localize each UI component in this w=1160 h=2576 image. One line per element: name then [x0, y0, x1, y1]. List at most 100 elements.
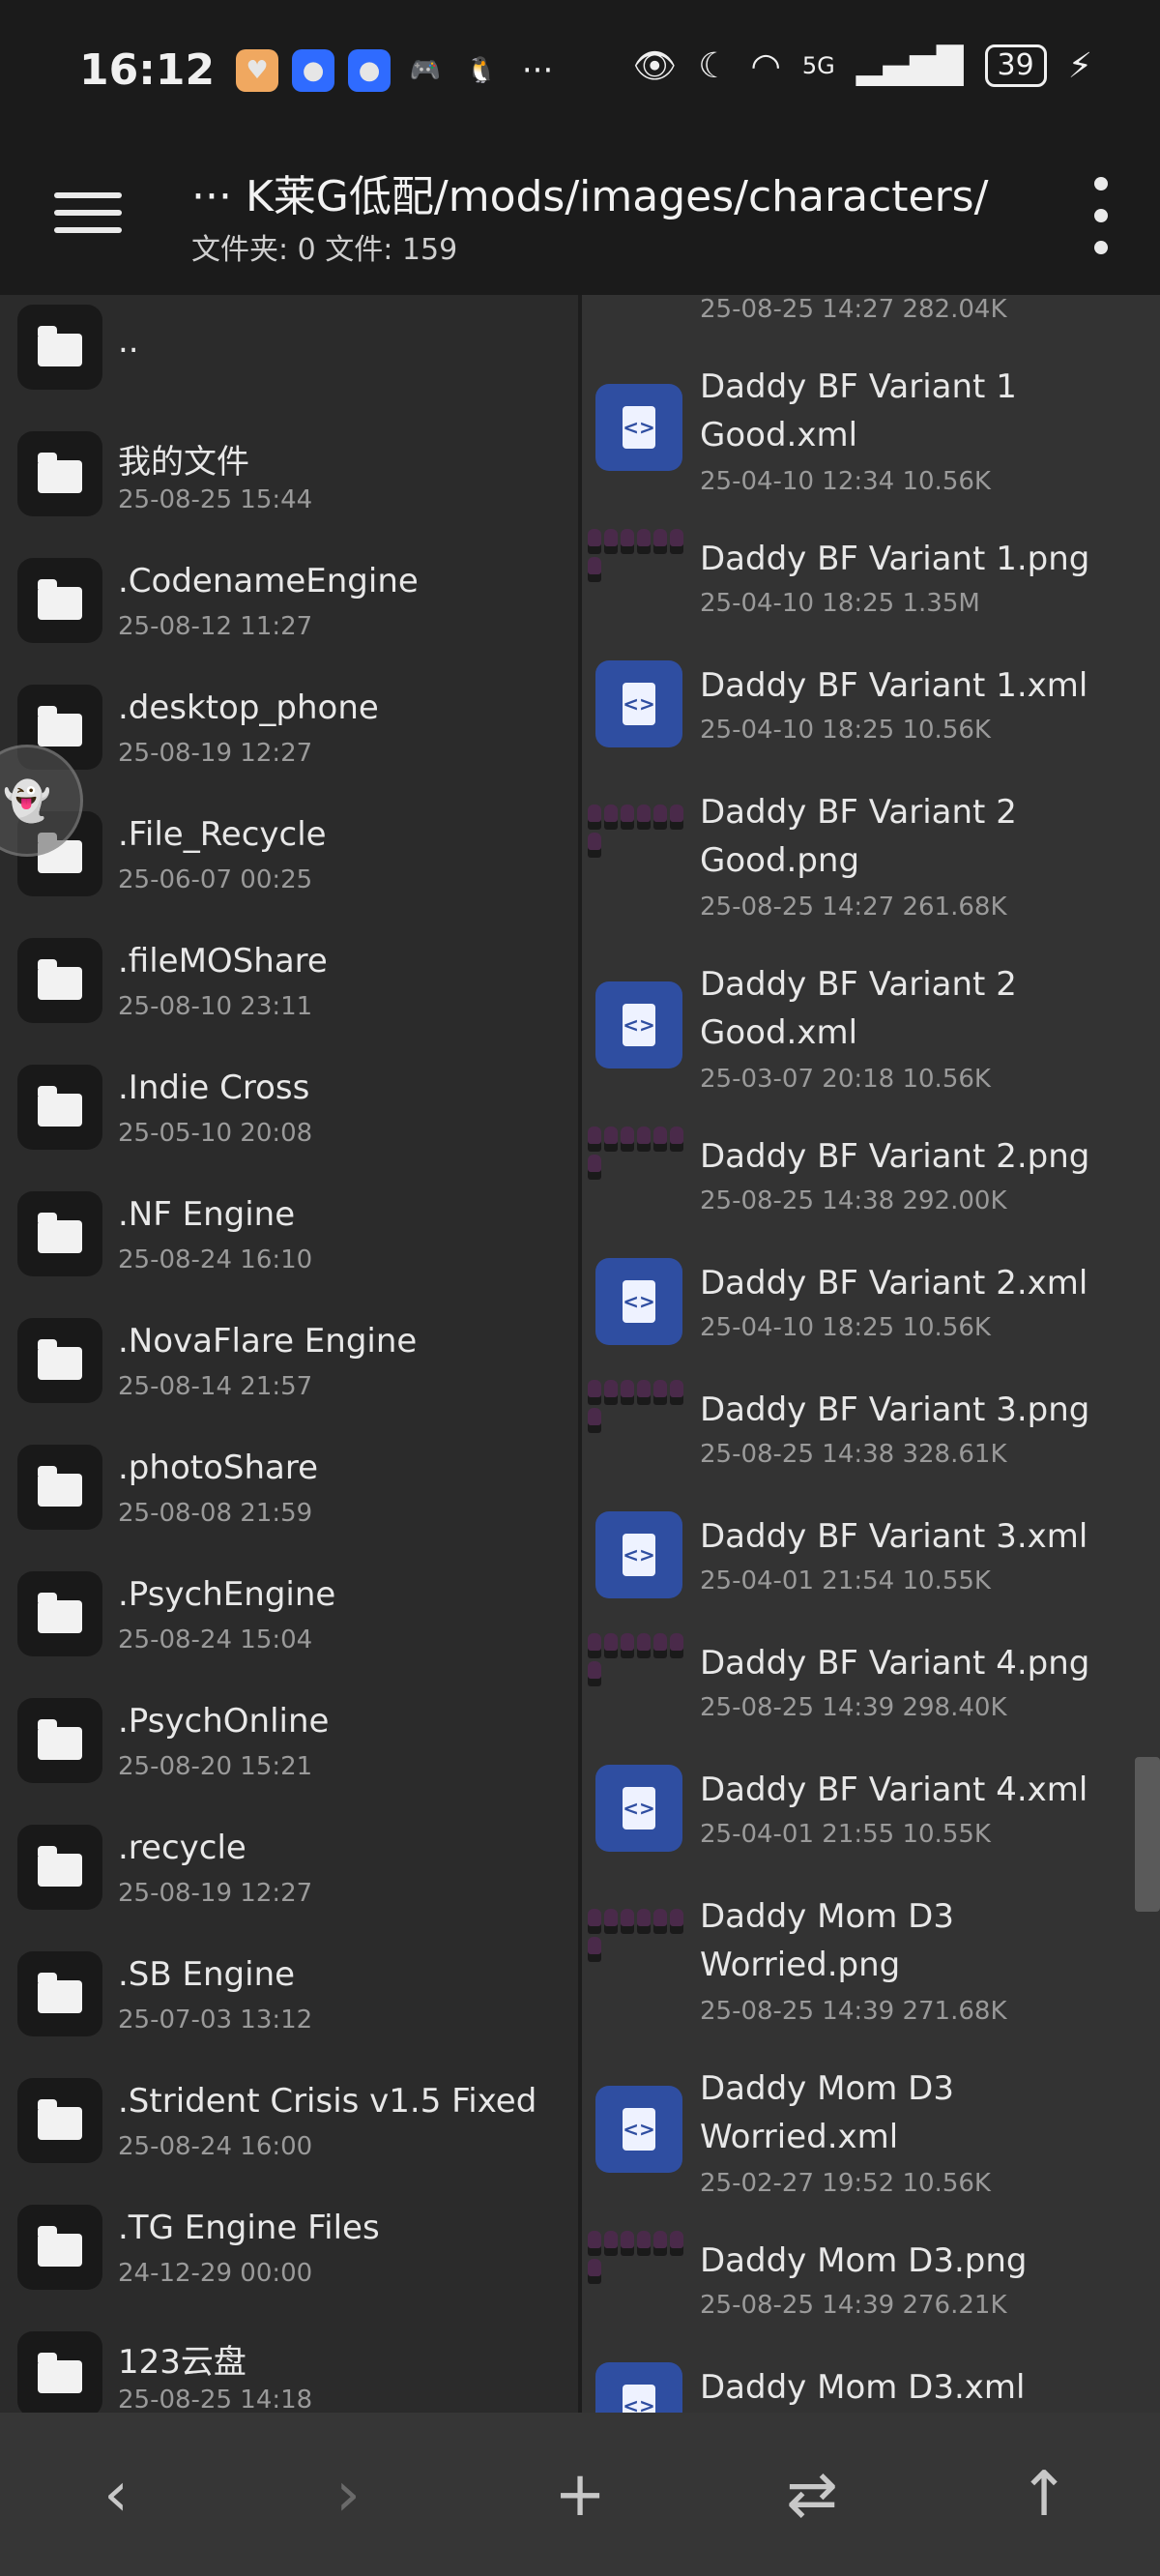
folder-row[interactable]: .NF Engine 25-08-24 16:10: [0, 1172, 578, 1299]
folder-row[interactable]: .desktop_phone 25-08-19 12:27: [0, 665, 578, 792]
file-name: Daddy BF Variant 1.xml: [700, 666, 1088, 705]
folder-row[interactable]: .TG Engine Files 24-12-29 00:00: [0, 2185, 578, 2312]
folder-name: .NovaFlare Engine: [118, 1322, 418, 1361]
folder-icon: [17, 938, 102, 1023]
eye-icon: 👁: [632, 46, 678, 86]
file-name: Daddy Mom D3 Worried.xml: [700, 2069, 954, 2156]
right-file-pane[interactable]: 25-08-25 14:27 282.04K <> Daddy BF Variant…: [582, 295, 1160, 2413]
more-vert-icon-dot: [1094, 177, 1108, 190]
file-row[interactable]: <> Daddy BF Variant 4.xml 25-04-01 21:55 1…: [582, 1744, 1160, 1871]
folder-name: .Strident Crisis v1.5 Fixed: [118, 2082, 537, 2121]
moon-icon: ☾: [698, 45, 730, 86]
file-meta: 25-08-25 14:39 271.68K: [700, 1997, 1007, 2026]
back-button[interactable]: ‹: [58, 2437, 174, 2553]
current-path[interactable]: ··· K莱G低配/mods/images/characters/: [191, 161, 988, 223]
file-row[interactable]: Daddy BF Variant 1.png 25-04-10 18:25 1.3…: [582, 513, 1160, 640]
file-meta: 25-04-10 12:34 10.56K: [700, 467, 991, 496]
folder-name: .fileMOShare: [118, 942, 328, 981]
folder-date: 25-08-10 23:11: [118, 992, 313, 1021]
file-row[interactable]: <> Daddy BF Variant 1 Good.xml 25-04-10 12…: [582, 341, 1160, 513]
status-bar: 16:12 ♥ ● ● 🎮 🐧 ··· 👁 ☾ ◠ 5G ▂▄▆█ 39 ⚡: [0, 0, 1160, 140]
app-notification-icon: ●: [348, 48, 392, 92]
folder-date: 25-05-10 20:08: [118, 1119, 313, 1148]
folder-name: .TG Engine Files: [118, 2209, 380, 2247]
folder-row[interactable]: .fileMOShare 25-08-10 23:11: [0, 919, 578, 1045]
folder-row[interactable]: 123云盘 25-08-25 14:18: [0, 2312, 578, 2413]
qq-icon: 🐧: [465, 55, 498, 85]
folder-row[interactable]: 我的文件 25-08-25 15:44: [0, 412, 578, 539]
xml-file-icon: <>: [595, 1764, 682, 1852]
file-name: Daddy BF Variant 2.png: [700, 1137, 1090, 1176]
file-row[interactable]: <> Daddy Mom D3 Worried.xml 25-02-27 19:52…: [582, 2043, 1160, 2215]
file-row[interactable]: <>Daddy Mom D3.xml25-02-27 12:31 10.55K: [582, 2342, 1160, 2413]
folder-date: 25-08-19 12:27: [118, 1879, 313, 1908]
folder-icon: [17, 305, 102, 390]
file-meta: 25-04-10 18:25 10.56K: [700, 1313, 991, 1342]
folder-name: .SB Engine: [118, 1955, 296, 1994]
file-name: Daddy BF Variant 1 Good.xml: [700, 367, 1017, 454]
folder-row[interactable]: .CodenameEngine 25-08-12 11:27: [0, 539, 578, 665]
folder-row[interactable]: .Indie Cross 25-05-10 20:08: [0, 1045, 578, 1172]
network-type: 5G: [801, 52, 835, 79]
file-meta: 25-08-25 14:27 261.68K: [700, 893, 1007, 922]
file-name: Daddy Mom D3 Worried.png: [700, 1897, 954, 1984]
folder-row[interactable]: .recycle 25-08-19 12:27: [0, 1805, 578, 1932]
file-meta: 25-02-27 19:52 10.56K: [700, 2169, 991, 2198]
file-name: Daddy BF Variant 2 Good.png: [700, 793, 1017, 880]
file-row[interactable]: Daddy BF Variant 2 Good.png 25-08-25 14:2…: [582, 767, 1160, 939]
swap-panes-button[interactable]: ⇄: [754, 2437, 870, 2553]
folder-date: 25-08-19 12:27: [118, 739, 313, 768]
file-name: Daddy BF Variant 2 Good.xml: [700, 965, 1017, 1052]
app-bar: ··· K莱G低配/mods/images/characters/ 文件夹: 0…: [0, 140, 1160, 295]
image-thumbnail: [588, 1632, 690, 1714]
folder-file-counts: 文件夹: 0 文件: 159: [191, 233, 458, 267]
file-row[interactable]: <> Daddy BF Variant 1.xml 25-04-10 18:25 1…: [582, 640, 1160, 767]
more-vert-icon-dot: [1094, 241, 1108, 254]
more-vert-icon-dot: [1094, 209, 1108, 222]
hamburger-icon-line: [54, 227, 122, 233]
file-meta: 25-04-10 18:25 1.35M: [700, 589, 980, 618]
file-row[interactable]: <> Daddy BF Variant 2 Good.xml 25-03-07 20…: [582, 939, 1160, 1111]
folder-row[interactable]: .Strident Crisis v1.5 Fixed 25-08-24 16:0…: [0, 2059, 578, 2185]
folder-name: 我的文件: [118, 443, 249, 482]
forward-button[interactable]: ›: [290, 2437, 406, 2553]
folder-icon: [17, 1065, 102, 1150]
more-options-button[interactable]: [1087, 177, 1116, 254]
add-button[interactable]: +: [522, 2437, 638, 2553]
image-thumbnail: [588, 805, 690, 886]
menu-button[interactable]: [54, 179, 122, 247]
file-row[interactable]: Daddy BF Variant 2.png 25-08-25 14:38 292…: [582, 1111, 1160, 1238]
folder-date: 25-08-25 15:44: [118, 485, 313, 514]
folder-date: 25-08-25 14:18: [118, 2386, 313, 2413]
left-file-pane[interactable]: .. 我的文件 25-08-25 15:44 .CodenameEngine 25-08…: [0, 295, 578, 2413]
folder-icon: [17, 2331, 102, 2413]
folder-icon: [17, 431, 102, 516]
folder-row[interactable]: ..: [0, 295, 578, 412]
image-thumbnail: [588, 1126, 690, 1208]
folder-row[interactable]: .PsychEngine 25-08-24 15:04: [0, 1552, 578, 1679]
file-row[interactable]: Daddy BF Variant 3.png 25-08-25 14:38 328…: [582, 1364, 1160, 1491]
xml-file-icon: <>: [595, 2086, 682, 2173]
scrollbar-thumb[interactable]: [1135, 1757, 1160, 1912]
folder-icon: [17, 1825, 102, 1910]
file-row[interactable]: <> Daddy BF Variant 3.xml 25-04-01 21:54 1…: [582, 1491, 1160, 1618]
folder-row[interactable]: .SB Engine 25-07-03 13:12: [0, 1932, 578, 2059]
wifi-icon: ◠: [750, 45, 781, 86]
file-meta: 25-08-25 14:39 298.40K: [700, 1693, 1007, 1722]
folder-row[interactable]: .File_Recycle 25-06-07 00:25: [0, 792, 578, 919]
file-row-partial[interactable]: 25-08-25 14:27 282.04K: [582, 295, 1160, 341]
image-thumbnail: [588, 1909, 690, 1990]
image-thumbnail: [588, 2230, 690, 2312]
file-row[interactable]: <> Daddy BF Variant 2.xml 25-04-10 18:25 1…: [582, 1238, 1160, 1364]
folder-row[interactable]: .photoShare 25-08-08 21:59: [0, 1425, 578, 1552]
file-meta: 25-03-07 20:18 10.56K: [700, 1065, 991, 1094]
file-row[interactable]: Daddy Mom D3.png 25-08-25 14:39 276.21K: [582, 2215, 1160, 2342]
folder-row[interactable]: .NovaFlare Engine 25-08-14 21:57: [0, 1299, 578, 1425]
file-row[interactable]: Daddy Mom D3 Worried.png 25-08-25 14:39 2…: [582, 1871, 1160, 2043]
folder-row[interactable]: .PsychOnline 25-08-20 15:21: [0, 1679, 578, 1805]
discord-icon: 🎮: [409, 55, 442, 85]
file-row[interactable]: Daddy BF Variant 4.png 25-08-25 14:39 298…: [582, 1618, 1160, 1744]
parent-folder-button[interactable]: ↑: [986, 2437, 1102, 2553]
folder-name: .recycle: [118, 1829, 246, 1867]
file-name: Daddy BF Variant 2.xml: [700, 1264, 1088, 1303]
